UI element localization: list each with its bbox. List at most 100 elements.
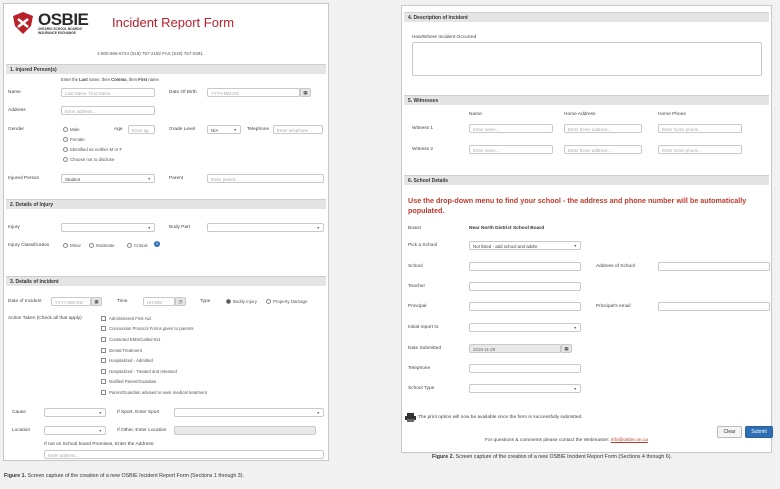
class-minor-radio[interactable]: Minor	[63, 243, 81, 248]
date-submitted-label: Date Submitted	[408, 346, 442, 351]
section-5-header: 5. Witnesses	[404, 95, 769, 105]
injured-person-label: Injured Person	[8, 176, 40, 181]
incident-date-input[interactable]: YYYY-MM-DD	[51, 297, 91, 306]
section-6-header: 6. School Details	[404, 175, 769, 185]
webmaster-email-link[interactable]: info@osbie.on.ca	[611, 438, 648, 443]
osbie-logo: OSBIE ONTARIO SCHOOL BOARDS' INSURANCE E…	[11, 10, 89, 41]
gender-neither-radio[interactable]: Identified as neither M or F	[63, 147, 122, 152]
form-panel-sections-4-6: 4. Description of Incident How/Where Inc…	[401, 5, 773, 453]
witness-2-address-input[interactable]: Enter home address...	[564, 145, 642, 154]
pick-school-select[interactable]: Not listed - add school and addre ▼	[469, 241, 581, 250]
cause-select[interactable]: ▼	[44, 408, 106, 417]
school-telephone-label: Telephone	[408, 366, 431, 371]
address-label: Address	[8, 108, 26, 113]
teacher-input[interactable]	[469, 282, 581, 291]
grade-label: Grade Level	[169, 127, 196, 132]
witness-col-phone: Home Phone	[658, 112, 686, 117]
witness-2-name-input[interactable]: Enter name...	[469, 145, 553, 154]
parent-label: Parent	[169, 176, 184, 181]
incident-date-label: Date of Incident	[8, 299, 42, 304]
body-part-select[interactable]: ▼	[207, 223, 324, 232]
gender-female-radio[interactable]: Female	[63, 137, 85, 142]
principal-email-label: Principal's email	[596, 304, 631, 309]
name-input[interactable]: Last Name, First Name...	[61, 88, 155, 97]
sport-select[interactable]: ▼	[174, 408, 324, 417]
action-checkbox[interactable]: Hospitalized - Treated and released	[101, 369, 177, 374]
parent-input[interactable]: Enter parent...	[207, 174, 324, 183]
initial-report-label: Initial report to	[408, 325, 439, 330]
premises-address-input[interactable]: Enter address...	[44, 450, 324, 459]
how-where-label: How/Where Incident Occurred	[412, 35, 477, 40]
calendar-icon[interactable]: ▦	[91, 297, 102, 306]
calendar-icon[interactable]: ▦	[300, 88, 311, 97]
class-critical-radio[interactable]: Critical	[127, 243, 147, 248]
injury-label: Injury	[8, 225, 20, 230]
witness-2-phone-input[interactable]: Enter home phone...	[658, 145, 742, 154]
action-checkbox[interactable]: Notified Parent/Guardian	[101, 379, 156, 384]
school-input[interactable]	[469, 262, 581, 271]
clear-button[interactable]: Clear	[717, 426, 742, 438]
action-checkbox[interactable]: Hospitalized - Admitted	[101, 358, 153, 363]
action-checkbox[interactable]: Administered First Aid	[101, 316, 151, 321]
info-icon[interactable]: i	[154, 241, 160, 247]
teacher-label: Teacher	[408, 284, 426, 289]
clock-icon[interactable]: ◷	[175, 297, 186, 306]
action-checkbox[interactable]: Concussion Protocol Forms given to paren…	[101, 326, 194, 331]
class-moderate-radio[interactable]: Moderate	[89, 243, 115, 248]
gender-male-radio[interactable]: Male	[63, 127, 80, 132]
print-note: The print option will now be available o…	[418, 415, 583, 420]
dob-label: Date Of Birth	[169, 90, 197, 95]
location-select[interactable]: ▼	[44, 426, 106, 435]
school-label: School	[408, 264, 423, 269]
pick-school-label: Pick a School	[408, 243, 438, 248]
witness-col-address: Home Address	[564, 112, 596, 117]
action-checkbox[interactable]: Contacted EMS/Called 911	[101, 337, 161, 342]
logo-line2: INSURANCE EXCHANGE	[38, 30, 76, 35]
footer-contact: For questions & comments please contact …	[485, 438, 648, 443]
dob-input[interactable]: YYYY-MM-DD	[207, 88, 300, 97]
board-label: Board	[408, 226, 421, 231]
contact-numbers: 1-800-668-6724 (519) 767-2182 FAX (519) …	[97, 51, 203, 56]
submit-button[interactable]: Submit	[745, 426, 773, 438]
witness-1-phone-input[interactable]: Enter home phone...	[658, 124, 742, 133]
witness-1-label: Witness 1	[412, 126, 434, 131]
action-taken-label: Action Taken (Check all that apply)	[8, 316, 82, 321]
age-input[interactable]: Enter ag	[128, 125, 155, 134]
telephone-input[interactable]: Enter telephone	[273, 125, 323, 134]
telephone-label: Telephone	[247, 127, 270, 132]
cause-label: Cause	[12, 410, 26, 415]
injury-select[interactable]: ▼	[61, 223, 155, 232]
injured-person-select[interactable]: Student ▼	[61, 174, 155, 183]
school-dropdown-note: Use the drop-down menu to find your scho…	[408, 196, 747, 215]
other-location-input[interactable]	[174, 426, 316, 435]
grade-select[interactable]: N/A ▼	[207, 125, 241, 134]
school-telephone-input[interactable]	[469, 364, 581, 373]
time-label: Time	[117, 299, 128, 304]
type-bodily-injury-radio[interactable]: Bodily Injury	[226, 299, 257, 304]
form-panel-sections-1-3: OSBIE ONTARIO SCHOOL BOARDS' INSURANCE E…	[3, 3, 329, 461]
calendar-icon[interactable]: ▦	[561, 344, 572, 353]
principal-label: Principal	[408, 304, 427, 309]
school-type-select[interactable]: ▼	[469, 384, 581, 393]
time-input[interactable]: HH:MM	[143, 297, 175, 306]
initial-report-select[interactable]: ▼	[469, 323, 581, 332]
address-of-school-input[interactable]	[658, 262, 770, 271]
date-submitted-input: 2018-11-29	[469, 344, 561, 353]
sport-label: If Sport, Enter Sport	[117, 410, 160, 415]
address-input[interactable]: Enter address...	[61, 106, 155, 115]
gender-undisclosed-radio[interactable]: Choose not to disclose	[63, 157, 114, 162]
action-checkbox[interactable]: Dental Treatment	[101, 348, 142, 353]
action-checkbox[interactable]: Parent/Guardian advised to seek medical …	[101, 390, 207, 395]
principal-input[interactable]	[469, 302, 581, 311]
witness-1-address-input[interactable]: Enter home address...	[564, 124, 642, 133]
type-label: Type	[200, 299, 211, 304]
printer-icon	[405, 413, 416, 422]
how-where-textarea[interactable]	[412, 42, 762, 76]
section-4-header: 4. Description of Incident	[404, 12, 769, 22]
logo-name: OSBIE	[38, 10, 89, 29]
location-label: Location	[12, 428, 31, 433]
witness-1-name-input[interactable]: Enter name...	[469, 124, 553, 133]
type-property-damage-radio[interactable]: Property Damage	[266, 299, 307, 304]
name-label: Name	[8, 90, 21, 95]
principal-email-input[interactable]	[658, 302, 770, 311]
